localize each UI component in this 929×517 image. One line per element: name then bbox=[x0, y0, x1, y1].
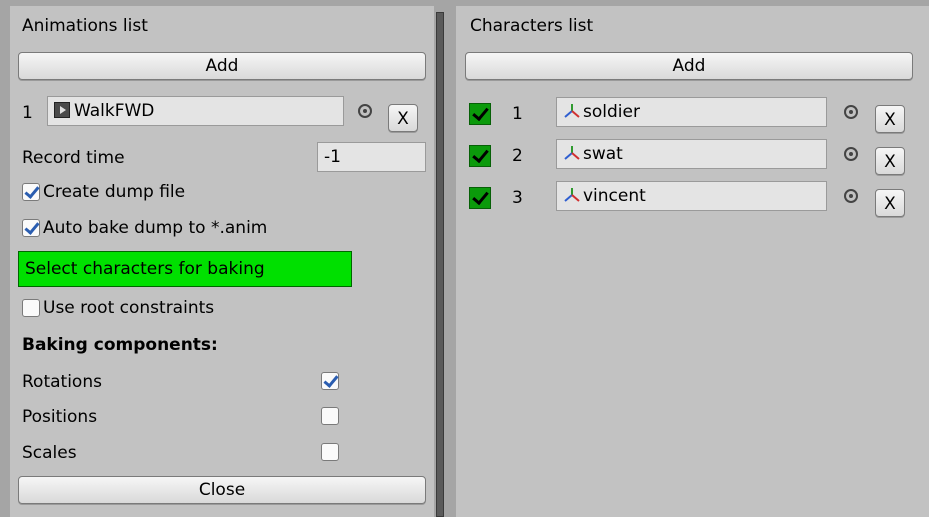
auto-bake-checkbox[interactable] bbox=[22, 219, 40, 237]
record-time-label: Record time bbox=[22, 148, 125, 168]
character-3-index: 3 bbox=[512, 188, 523, 208]
animations-title: Animations list bbox=[22, 16, 148, 36]
rotations-label: Rotations bbox=[22, 372, 102, 392]
characters-title: Characters list bbox=[470, 16, 594, 36]
character-3-checkbox[interactable] bbox=[469, 187, 491, 209]
transform-icon bbox=[564, 146, 580, 160]
animations-panel: Animations list Add 1 WalkFWD X Record t… bbox=[10, 6, 434, 517]
close-button[interactable]: Close bbox=[18, 476, 426, 504]
transform-icon bbox=[564, 104, 580, 118]
character-1-field[interactable]: soldier bbox=[556, 97, 827, 127]
add-animation-button[interactable]: Add bbox=[18, 52, 426, 80]
remove-character-1-button[interactable]: X bbox=[875, 105, 905, 133]
transform-icon bbox=[564, 188, 580, 202]
character-2-picker-icon[interactable] bbox=[844, 147, 858, 161]
object-picker-icon[interactable] bbox=[358, 104, 372, 118]
positions-checkbox[interactable] bbox=[321, 407, 339, 425]
character-3-picker-icon[interactable] bbox=[844, 189, 858, 203]
character-1-name: soldier bbox=[583, 102, 640, 122]
add-character-button[interactable]: Add bbox=[465, 52, 913, 80]
character-1-index: 1 bbox=[512, 104, 523, 124]
select-characters-banner: Select characters for baking bbox=[18, 251, 352, 287]
scales-label: Scales bbox=[22, 443, 77, 463]
root-constraints-label: Use root constraints bbox=[43, 298, 215, 318]
root-constraints-checkbox[interactable] bbox=[22, 299, 40, 317]
animation-index: 1 bbox=[22, 103, 33, 123]
create-dump-label: Create dump file bbox=[43, 182, 186, 202]
record-time-input[interactable]: -1 bbox=[317, 142, 426, 172]
remove-character-3-button[interactable]: X bbox=[875, 189, 905, 217]
character-1-picker-icon[interactable] bbox=[844, 105, 858, 119]
character-3-name: vincent bbox=[583, 186, 646, 206]
positions-label: Positions bbox=[22, 407, 98, 427]
baking-components-heading: Baking components: bbox=[22, 335, 218, 355]
animation-name: WalkFWD bbox=[74, 101, 155, 121]
panel-splitter[interactable] bbox=[436, 12, 444, 517]
character-3-field[interactable]: vincent bbox=[556, 181, 827, 211]
animation-clip-icon bbox=[54, 102, 70, 118]
character-2-checkbox[interactable] bbox=[469, 145, 491, 167]
scales-checkbox[interactable] bbox=[321, 443, 339, 461]
create-dump-checkbox[interactable] bbox=[22, 183, 40, 201]
characters-panel: Characters list Add 1 soldier X 2 swat X… bbox=[456, 6, 929, 517]
character-2-name: swat bbox=[583, 144, 623, 164]
animation-field[interactable]: WalkFWD bbox=[47, 96, 344, 126]
remove-animation-button[interactable]: X bbox=[388, 104, 418, 132]
character-1-checkbox[interactable] bbox=[469, 103, 491, 125]
auto-bake-label: Auto bake dump to *.anim bbox=[43, 218, 268, 238]
character-2-field[interactable]: swat bbox=[556, 139, 827, 169]
remove-character-2-button[interactable]: X bbox=[875, 147, 905, 175]
character-2-index: 2 bbox=[512, 146, 523, 166]
rotations-checkbox[interactable] bbox=[321, 372, 339, 390]
